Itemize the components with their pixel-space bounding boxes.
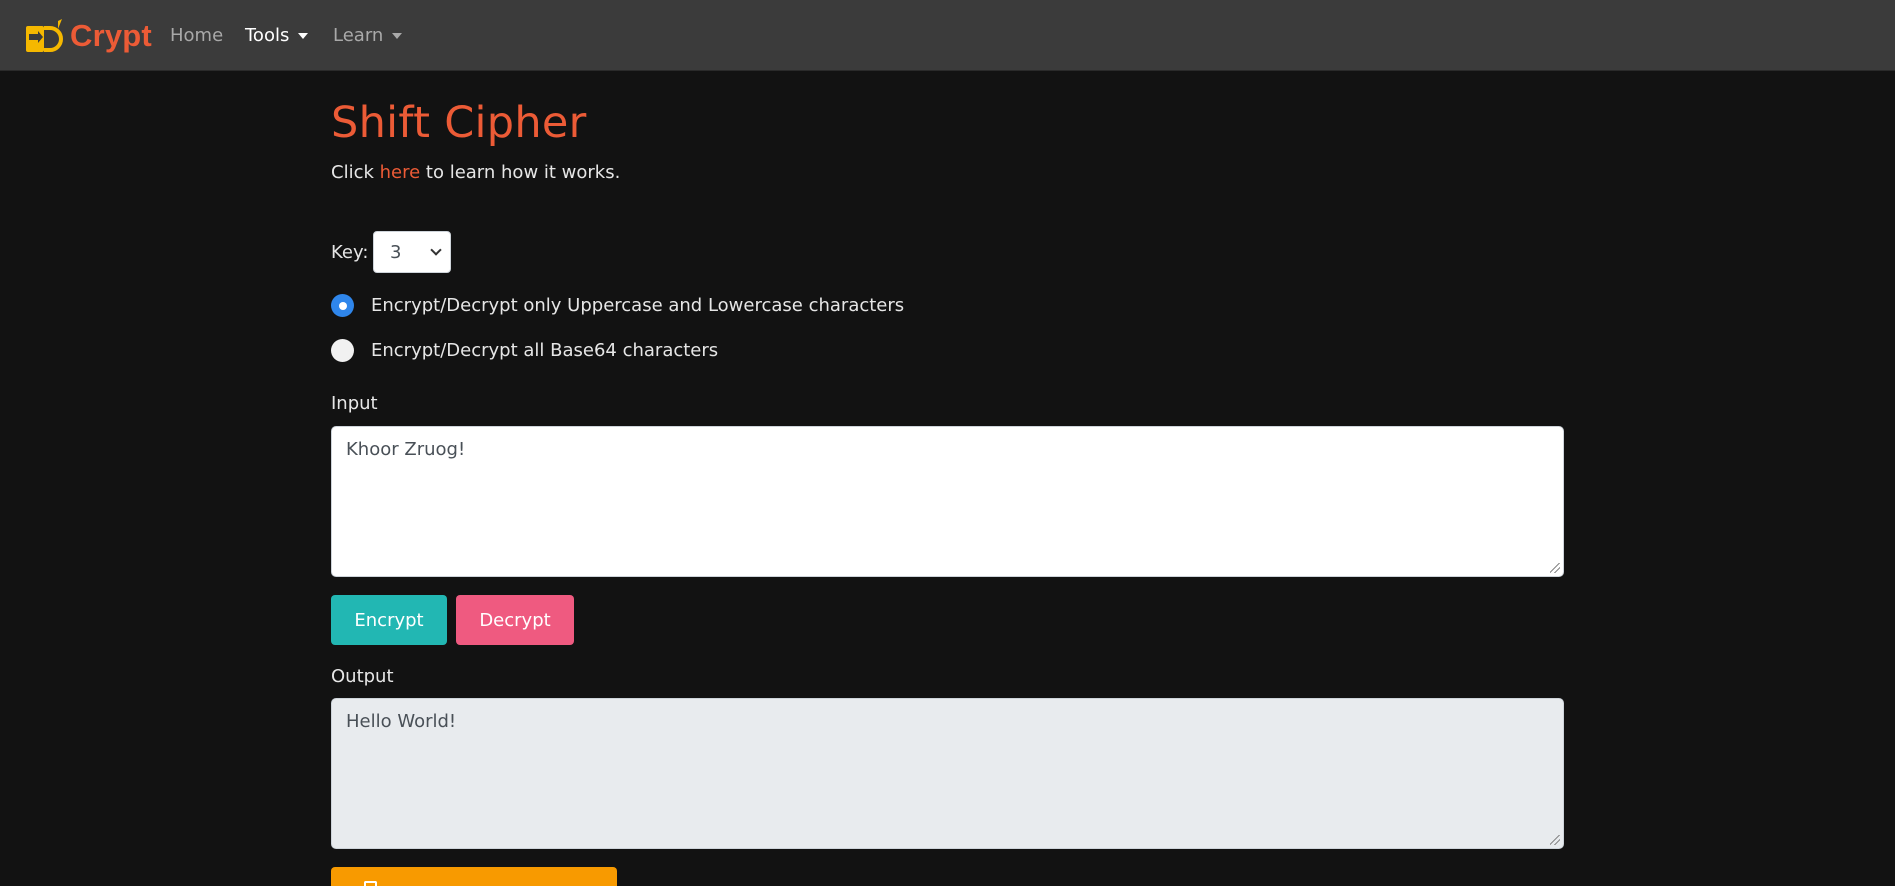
intro-before: Click — [331, 162, 380, 183]
resize-handle-icon[interactable] — [1550, 563, 1560, 573]
nav-home-link[interactable]: Home — [170, 25, 223, 46]
output-textarea[interactable]: Hello World! — [331, 698, 1564, 849]
copy-output-button[interactable] — [331, 867, 617, 886]
nav-learn-label: Learn — [333, 25, 384, 46]
input-textarea[interactable]: Khoor Zruog! — [331, 426, 1564, 577]
encrypt-button[interactable]: Encrypt — [331, 595, 447, 645]
key-label: Key: — [331, 242, 369, 263]
nav-learn-dropdown[interactable]: Learn — [333, 25, 403, 46]
decrypt-button[interactable]: Decrypt — [456, 595, 574, 645]
input-text: Khoor Zruog! — [346, 439, 466, 460]
learn-how-link[interactable]: here — [380, 162, 421, 183]
key-select[interactable]: 3 — [373, 231, 451, 273]
nav-home-label: Home — [170, 25, 224, 46]
nav-tools-dropdown[interactable]: Tools — [245, 25, 309, 46]
clipboard-icon — [364, 881, 377, 886]
caret-down-icon — [392, 32, 403, 39]
intro-text: Click here to learn how it works. — [331, 162, 620, 183]
nav-tools-label: Tools — [245, 25, 290, 46]
output-label: Output — [331, 666, 394, 687]
caret-down-icon — [298, 32, 309, 39]
chevron-down-icon — [430, 244, 442, 256]
key-select-value: 3 — [390, 241, 402, 263]
input-label: Input — [331, 393, 378, 414]
option-base64-label: Encrypt/Decrypt all Base64 characters — [371, 340, 719, 361]
resize-handle-icon[interactable] — [1550, 835, 1560, 845]
page-title: Shift Cipher — [331, 98, 587, 148]
dcrypt-logo-icon — [26, 19, 63, 52]
radio-button-unchecked[interactable] — [331, 339, 354, 362]
output-text: Hello World! — [346, 711, 457, 732]
top-navbar: Crypt Home Tools Learn — [0, 0, 1895, 71]
brand-home-link[interactable]: Crypt — [24, 18, 152, 54]
option-letters-only[interactable]: Encrypt/Decrypt only Uppercase and Lower… — [331, 294, 904, 317]
brand-name: Crypt — [70, 18, 152, 53]
radio-button-checked[interactable] — [331, 294, 354, 317]
option-base64[interactable]: Encrypt/Decrypt all Base64 characters — [331, 339, 718, 362]
option-letters-only-label: Encrypt/Decrypt only Uppercase and Lower… — [371, 295, 905, 316]
intro-after: to learn how it works. — [420, 162, 621, 183]
